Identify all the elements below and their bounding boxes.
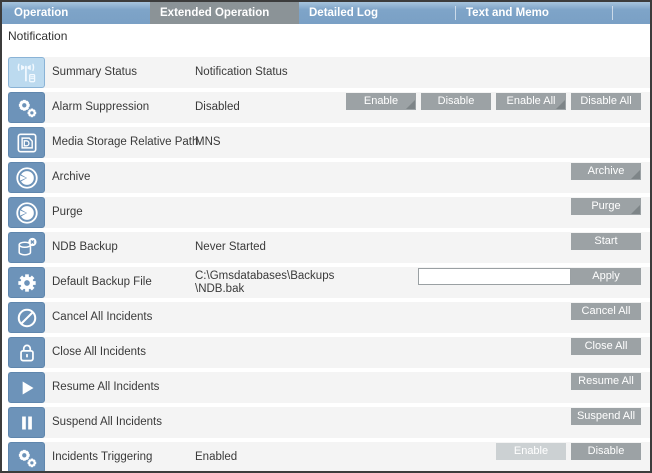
enable-button[interactable]: Enable	[346, 93, 416, 110]
suspend-all-button[interactable]: Suspend All	[571, 408, 641, 425]
row-label: Summary Status	[52, 57, 137, 88]
row-label: Purge	[52, 197, 83, 228]
table-row: Archive Archive	[8, 162, 650, 193]
row-value: Disabled	[195, 92, 240, 123]
purge-button[interactable]: Purge	[571, 198, 641, 215]
gear-icon[interactable]	[8, 267, 45, 298]
archive-button[interactable]: Archive	[571, 163, 641, 180]
extended-operation-window: Operation Extended Operation Detailed Lo…	[0, 0, 652, 473]
table-row: Close All Incidents Close All	[8, 337, 650, 368]
purge-circle-arrow-icon[interactable]	[8, 197, 45, 228]
pause-icon[interactable]	[8, 407, 45, 438]
disable-button[interactable]: Disable	[421, 93, 491, 110]
enable-all-button[interactable]: Enable All	[496, 93, 566, 110]
row-label: Default Backup File	[52, 267, 152, 298]
row-value: Notification Status	[195, 57, 288, 88]
cancel-prohibition-icon[interactable]	[8, 302, 45, 333]
close-all-button[interactable]: Close All	[571, 338, 641, 355]
antenna-broadcast-icon[interactable]	[8, 57, 45, 88]
backup-file-input[interactable]	[418, 268, 571, 285]
row-label: Alarm Suppression	[52, 92, 149, 123]
table-row: Default Backup File C:\Gmsdatabases\Back…	[8, 267, 650, 298]
row-label: NDB Backup	[52, 232, 118, 263]
row-label: Suspend All Incidents	[52, 407, 162, 438]
media-document-icon[interactable]	[8, 127, 45, 158]
apply-button[interactable]: Apply	[571, 268, 641, 285]
row-label: Close All Incidents	[52, 337, 146, 368]
play-icon[interactable]	[8, 372, 45, 403]
archive-circle-arrow-icon[interactable]	[8, 162, 45, 193]
disable-button[interactable]: Disable	[571, 443, 641, 460]
disable-all-button[interactable]: Disable All	[571, 93, 641, 110]
resume-all-button[interactable]: Resume All	[571, 373, 641, 390]
notification-table: Summary Status Notification Status	[8, 57, 650, 473]
row-label: Cancel All Incidents	[52, 302, 152, 333]
row-label: Archive	[52, 162, 90, 193]
enable-button[interactable]: Enable	[496, 443, 566, 460]
row-value: Enabled	[195, 442, 237, 473]
table-row: Resume All Incidents Resume All	[8, 372, 650, 403]
row-label: Resume All Incidents	[52, 372, 159, 403]
table-row: Media Storage Relative Path MNS	[8, 127, 650, 158]
table-row: Incidents Triggering Enabled Enable Disa…	[8, 442, 650, 473]
table-row: Purge Purge	[8, 197, 650, 228]
gears-icon[interactable]	[8, 92, 45, 123]
tab-detailed-log[interactable]: Detailed Log	[299, 2, 455, 24]
table-row: Alarm Suppression Disabled Enable Disabl…	[8, 92, 650, 123]
page-title: Notification	[8, 29, 67, 43]
table-row: Cancel All Incidents Cancel All	[8, 302, 650, 333]
tab-bar: Operation Extended Operation Detailed Lo…	[2, 2, 650, 24]
tab-divider	[455, 6, 456, 20]
table-row: NDB Backup Never Started Start	[8, 232, 650, 263]
table-row: Suspend All Incidents Suspend All	[8, 407, 650, 438]
lock-icon[interactable]	[8, 337, 45, 368]
table-row: Summary Status Notification Status	[8, 57, 650, 88]
start-button[interactable]: Start	[571, 233, 641, 250]
cancel-all-button[interactable]: Cancel All	[571, 303, 641, 320]
tab-text-and-memo[interactable]: Text and Memo	[456, 2, 612, 24]
gears-icon[interactable]	[8, 442, 45, 473]
row-value: C:\Gmsdatabases\Backups \NDB.bak	[195, 267, 334, 298]
database-backup-icon[interactable]	[8, 232, 45, 263]
row-value: MNS	[195, 127, 221, 158]
tab-divider	[612, 6, 613, 20]
row-label: Media Storage Relative Path	[52, 127, 198, 158]
row-value: Never Started	[195, 232, 266, 263]
tab-extended-operation[interactable]: Extended Operation	[150, 2, 299, 24]
tab-operation[interactable]: Operation	[4, 2, 152, 24]
row-label: Incidents Triggering	[52, 442, 152, 473]
